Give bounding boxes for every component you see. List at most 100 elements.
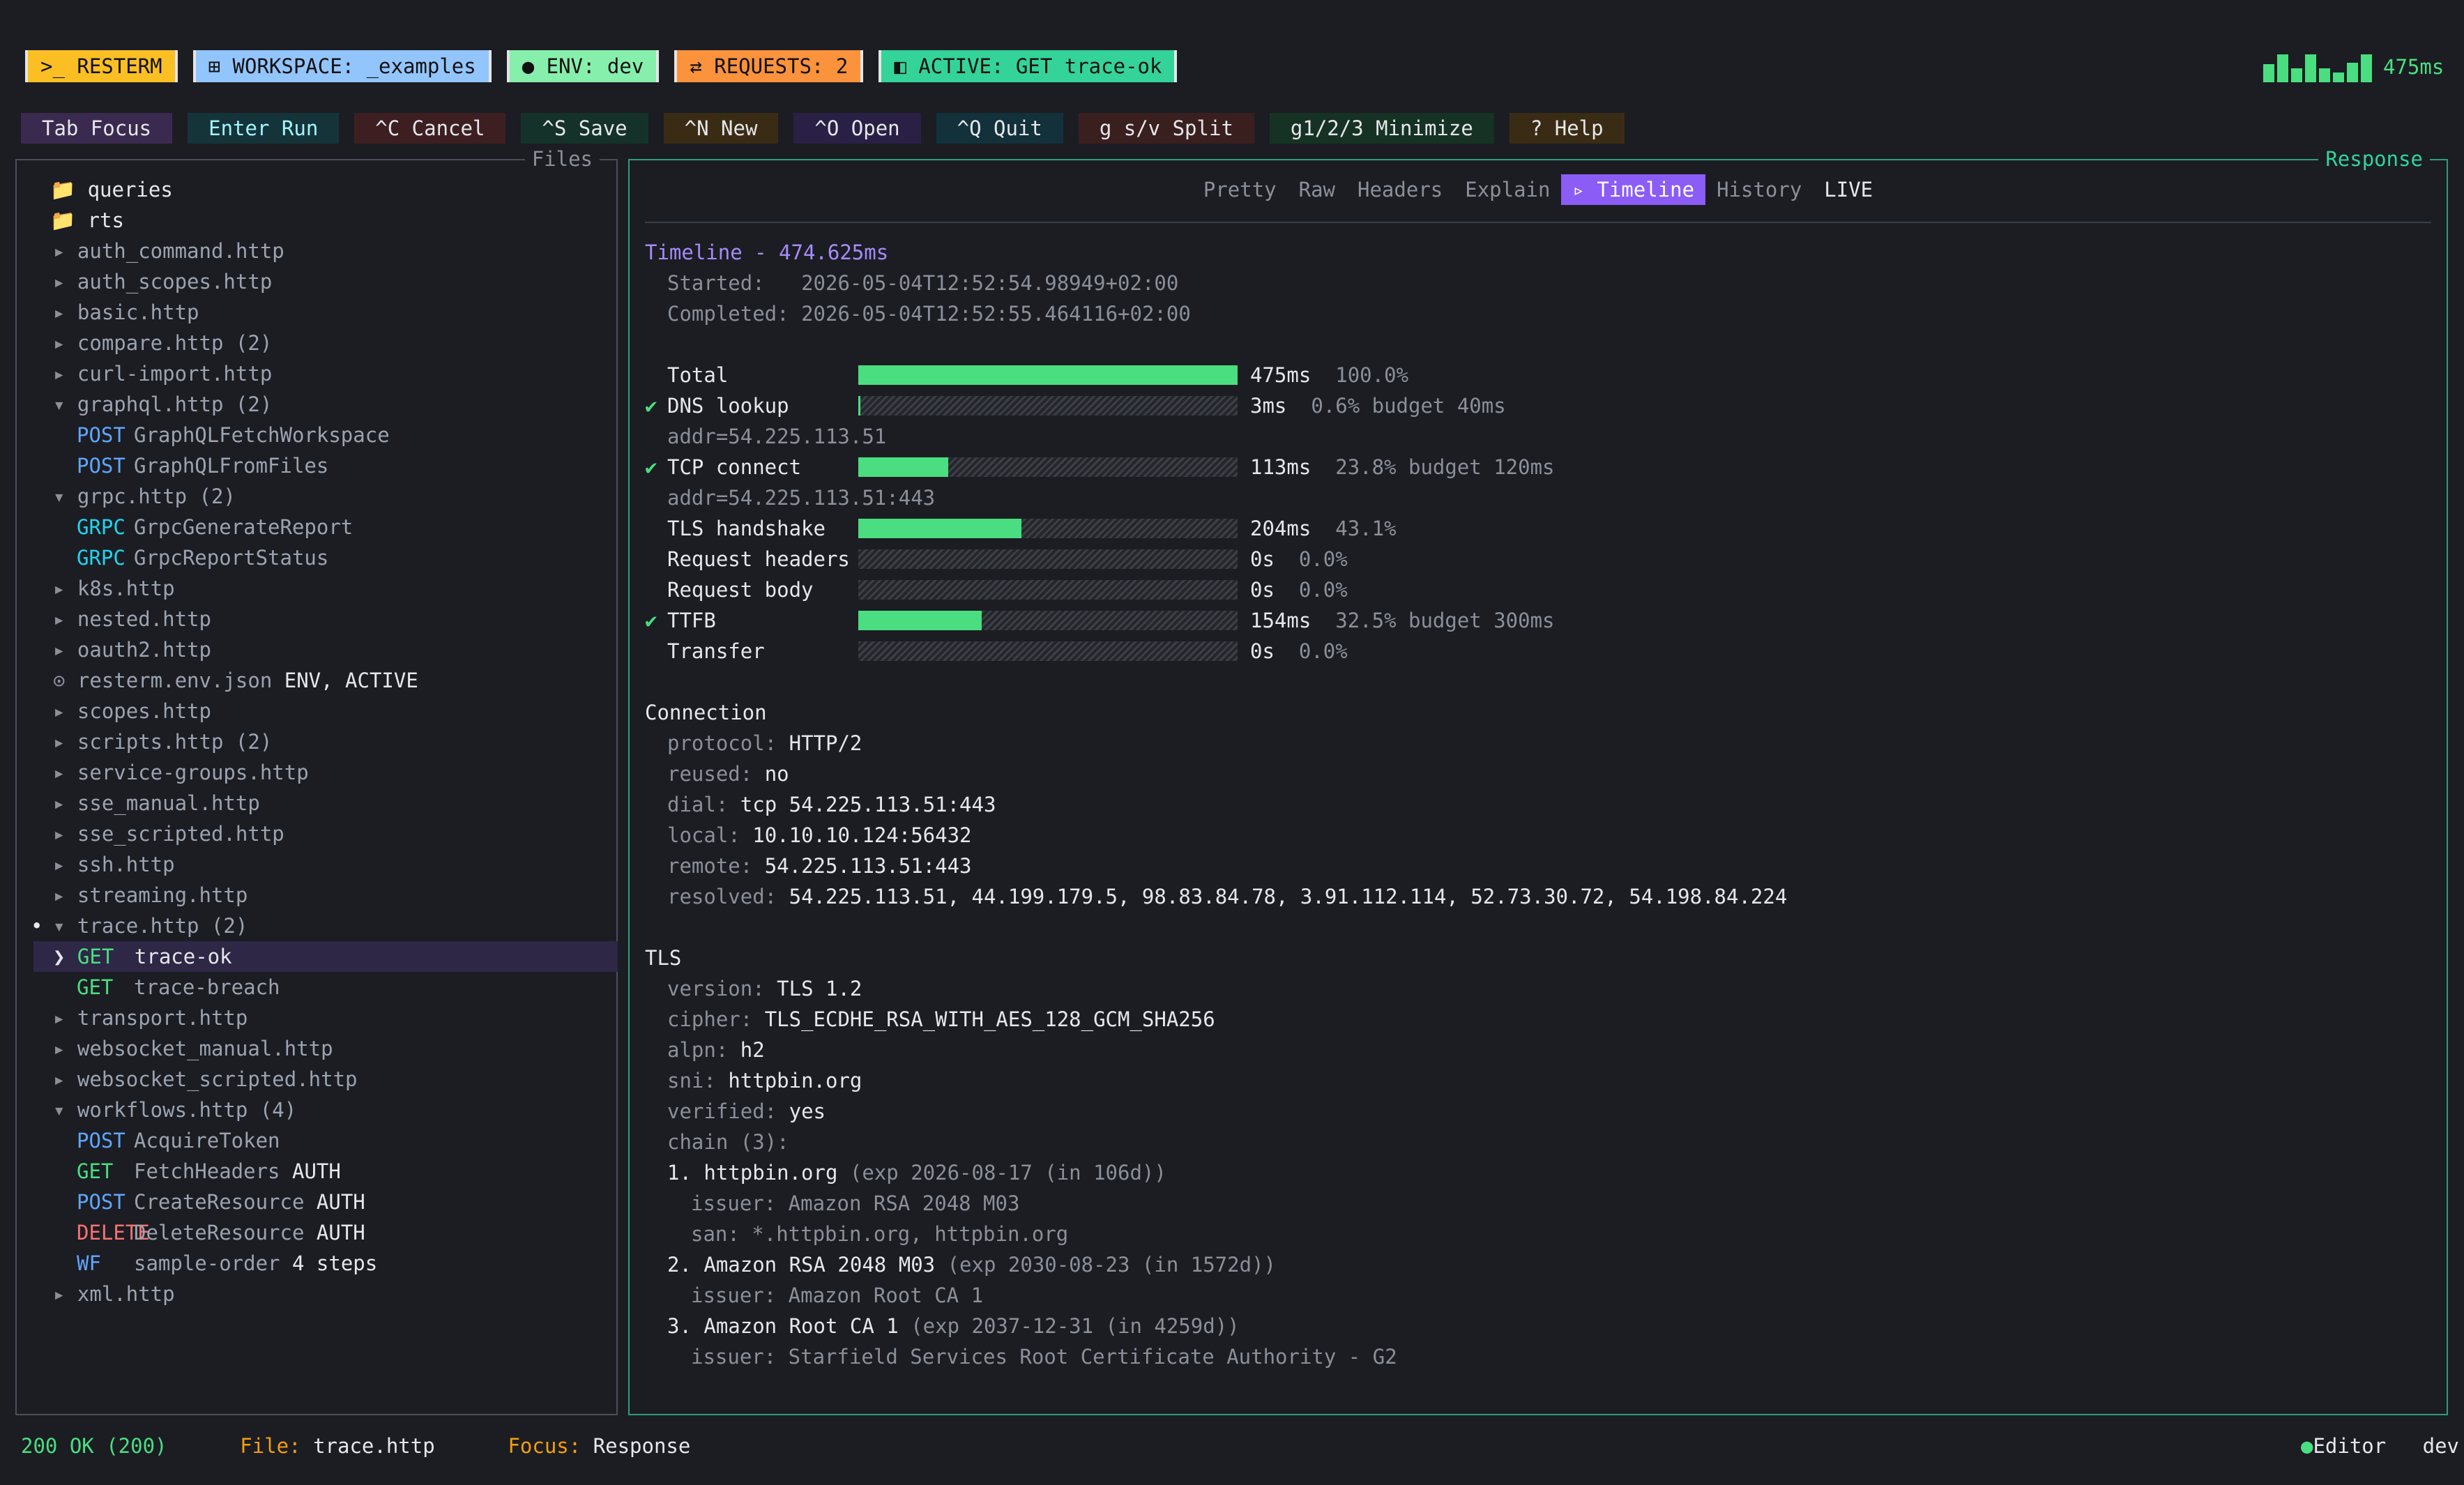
- tree-row[interactable]: POST AcquireToken: [33, 1125, 618, 1156]
- tree-row[interactable]: ▸ scopes.http: [33, 696, 618, 726]
- tree-row[interactable]: ❯ GET trace-ok: [33, 941, 618, 972]
- tab-pretty[interactable]: Pretty: [1192, 174, 1288, 205]
- tree-row[interactable]: ▾ workflows.http (4): [33, 1095, 618, 1125]
- tree-row[interactable]: • ▾ trace.http (2): [31, 911, 618, 941]
- tree-row[interactable]: 📁 queries: [33, 174, 618, 205]
- chevron-right-icon: ▸: [53, 638, 77, 662]
- tree-row[interactable]: GRPC GrpcGenerateReport: [33, 512, 618, 542]
- tree-row[interactable]: ▸ compare.http (2): [33, 328, 618, 358]
- tree-row[interactable]: ▸ curl-import.http: [33, 358, 618, 389]
- file-label: transport.http: [77, 1006, 248, 1030]
- check-icon: ✔: [645, 455, 657, 479]
- connection-value: no: [764, 762, 789, 786]
- timeline-phase-row: TLS handshake 204ms 43.1%: [645, 513, 2430, 544]
- tree-row[interactable]: ▸ streaming.http: [33, 880, 618, 911]
- tree-row[interactable]: ▸ service-groups.http: [33, 757, 618, 788]
- tree-row[interactable]: ⊙ resterm.env.json ENV, ACTIVE: [33, 665, 618, 696]
- tree-row[interactable]: ▸ auth_scopes.http: [33, 266, 618, 297]
- tree-row[interactable]: ▸ sse_manual.http: [33, 788, 618, 818]
- tree-row[interactable]: ▸ websocket_scripted.http: [33, 1064, 618, 1095]
- timeline-phase-row: Request body 0s 0.0%: [645, 574, 2430, 605]
- phase-stat: 475ms 100.0%: [1250, 360, 1408, 390]
- key-hint-7[interactable]: g s/v Split: [1078, 113, 1254, 144]
- tab-explain[interactable]: Explain: [1454, 174, 1561, 205]
- tree-row[interactable]: GRPC GrpcReportStatus: [33, 542, 618, 573]
- key-hint-4[interactable]: ^N New: [663, 113, 779, 144]
- request-tag: AUTH: [291, 1159, 341, 1183]
- chevron-down-icon: ▾: [53, 393, 77, 416]
- tree-row[interactable]: 📁 rts: [33, 205, 618, 236]
- key-hint-6[interactable]: ^Q Quit: [936, 113, 1063, 144]
- tree-row[interactable]: ▸ oauth2.http: [33, 634, 618, 665]
- file-label: workflows.http (4): [77, 1098, 297, 1122]
- tree-row[interactable]: WF sample-order 4 steps: [33, 1248, 618, 1279]
- tree-row[interactable]: ▸ basic.http: [33, 297, 618, 328]
- tab-raw[interactable]: Raw: [1288, 174, 1346, 205]
- tree-row[interactable]: ▾ graphql.http (2): [33, 389, 618, 420]
- phase-percent: 0.6% budget 40ms: [1311, 394, 1506, 418]
- tree-row[interactable]: ▸ websocket_manual.http: [33, 1033, 618, 1064]
- tree-row[interactable]: ▸ auth_command.http: [33, 236, 618, 266]
- chevron-down-icon: ▾: [53, 914, 77, 938]
- tree-row[interactable]: ▸ k8s.http: [33, 573, 618, 604]
- tree-row[interactable]: ▸ xml.http: [33, 1279, 618, 1309]
- request-method: GRPC: [77, 515, 126, 539]
- connection-key: remote:: [667, 854, 753, 878]
- tree-row[interactable]: ▸ nested.http: [33, 604, 618, 634]
- connection-row: resolved: 54.225.113.51, 44.199.179.5, 9…: [645, 881, 2430, 912]
- key-hint-2[interactable]: ^C Cancel: [354, 113, 506, 144]
- folder-label: rts: [87, 208, 124, 232]
- file-label: trace.http (2): [77, 914, 248, 938]
- key-hint-1[interactable]: Enter Run: [188, 113, 340, 144]
- response-panel: Response Pretty Raw Headers Explain ▹ Timeli…: [628, 144, 2448, 1415]
- tls-value: TLS 1.2: [777, 977, 862, 1000]
- timeline-phase-row: Transfer 0s 0.0%: [645, 636, 2430, 667]
- request-tag: 4 steps: [291, 1251, 378, 1275]
- file-label: grpc.http (2): [77, 485, 236, 508]
- tls-row: sni: httpbin.org: [645, 1065, 2430, 1096]
- phase-detail: addr=54.225.113.51:443: [667, 486, 936, 510]
- tree-row[interactable]: ▸ transport.http: [33, 1003, 618, 1033]
- tree-row[interactable]: DELETEDeleteResource AUTH: [33, 1217, 618, 1248]
- tab-history[interactable]: History: [1705, 174, 1813, 205]
- key-hint-9[interactable]: ? Help: [1509, 113, 1625, 144]
- connection-details: protocol: HTTP/2 reused: no dial: tcp 54.2…: [645, 728, 2430, 912]
- tab-timeline[interactable]: ▹ Timeline: [1561, 174, 1706, 205]
- tree-row[interactable]: ▸ sse_scripted.http: [33, 818, 618, 849]
- key-hint-8[interactable]: g1/2/3 Minimize: [1269, 113, 1494, 144]
- tree-row[interactable]: POST GraphQLFromFiles: [33, 450, 618, 481]
- tls-key: chain (3):: [667, 1130, 789, 1154]
- tree-row[interactable]: GET FetchHeaders AUTH: [33, 1156, 618, 1187]
- key-hint-5[interactable]: ^O Open: [793, 113, 921, 144]
- tree-row[interactable]: GET trace-breach: [33, 972, 618, 1003]
- tree-row[interactable]: POST CreateResource AUTH: [33, 1187, 618, 1217]
- tree-row[interactable]: ▸ ssh.http: [33, 849, 618, 880]
- file-label: scripts.http (2): [77, 730, 273, 754]
- timeline-phase-row: Total 475ms 100.0%: [645, 360, 2430, 390]
- workspace-badge: ⊞ WORKSPACE: _examples: [192, 50, 492, 82]
- tree-row[interactable]: POST GraphQLFetchWorkspace: [33, 420, 618, 450]
- footer-right: ●Editor dev: [2301, 1431, 2459, 1461]
- cert-entry: 1. httpbin.org (exp 2026-08-17 (in 106d)…: [645, 1157, 2430, 1188]
- tree-row[interactable]: ▾ grpc.http (2): [33, 481, 618, 512]
- timeline-phase-row: Request headers 0s 0.0%: [645, 544, 2430, 574]
- key-hint-0[interactable]: Tab Focus: [21, 113, 173, 144]
- tree-row[interactable]: ▸ scripts.http (2): [33, 726, 618, 757]
- env-badge: ● ENV: dev: [506, 50, 660, 82]
- phase-duration: 0s: [1250, 578, 1275, 602]
- editor-mode[interactable]: Editor: [2313, 1434, 2386, 1458]
- phase-name: DNS lookup: [667, 394, 789, 418]
- connection-key: reused:: [667, 762, 753, 786]
- file-label: graphql.http (2): [77, 393, 273, 416]
- key-hint-3[interactable]: ^S Save: [521, 113, 648, 144]
- tab-headers[interactable]: Headers: [1346, 174, 1454, 205]
- chevron-right-icon: ▸: [53, 791, 77, 815]
- chevron-right-icon: ▸: [53, 1282, 77, 1306]
- tab-live[interactable]: LIVE: [1813, 174, 1884, 205]
- cert-detail: issuer: Amazon RSA 2048 M03: [691, 1191, 1020, 1215]
- connection-row: remote: 54.225.113.51:443: [645, 851, 2430, 881]
